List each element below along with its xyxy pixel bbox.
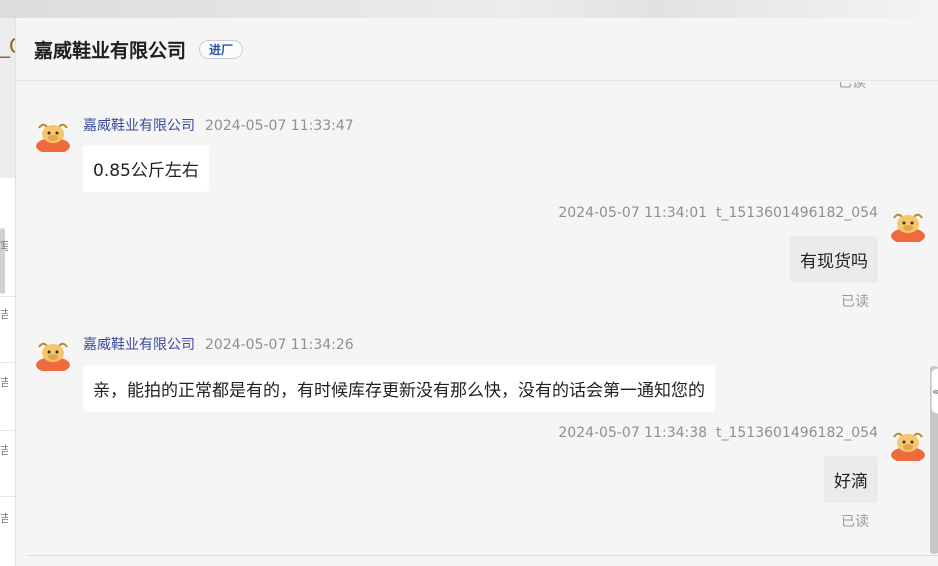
bull-avatar-icon	[891, 213, 925, 244]
read-status: 已读	[841, 294, 869, 310]
avatar[interactable]	[890, 425, 926, 463]
background-divider	[0, 296, 15, 297]
message-bubble[interactable]: 有现货吗	[790, 236, 878, 283]
sender-name[interactable]: 嘉威鞋业有限公司	[83, 118, 195, 134]
sender-name: t_1513601496182_054	[715, 205, 878, 221]
composer-divider	[28, 555, 938, 556]
background-list-item: 吉	[0, 444, 8, 457]
chat-title: 嘉威鞋业有限公司	[34, 39, 187, 62]
message-meta: 嘉威鞋业有限公司 2024-05-07 11:33:47	[83, 115, 354, 135]
background-list-item: 写	[0, 240, 8, 253]
bull-avatar-icon	[36, 342, 70, 373]
message-time: 2024-05-07 11:34:01	[558, 205, 708, 221]
sender-name[interactable]: 嘉威鞋业有限公司	[83, 337, 195, 353]
message-time: 2024-05-07 11:34:26	[205, 337, 354, 353]
bull-avatar-icon	[891, 432, 925, 463]
message-bubble[interactable]: 亲，能拍的正常都是有的，有时候库存更新没有那么快，没有的话会第一通知您的	[83, 365, 715, 412]
message-bubble[interactable]: 好滴	[824, 456, 878, 503]
chat-header: 嘉威鞋业有限公司 进厂	[16, 18, 938, 81]
background-divider	[0, 362, 15, 363]
double-chevron-left-icon: «	[932, 385, 938, 398]
background-list-item: 吉	[0, 308, 8, 321]
message-time: 2024-05-07 11:33:47	[205, 118, 354, 134]
message-bubble[interactable]: 0.85公斤左右	[83, 145, 209, 192]
message-list: 已读 嘉威鞋业有限公司 2024-05-07 11:33:47 0.85公斤左右 …	[16, 82, 938, 554]
status-badge: 进厂	[199, 39, 244, 59]
message-meta: 2024-05-07 11:34:38 t_1513601496182_054	[558, 425, 878, 441]
message-time: 2024-05-07 11:34:38	[558, 425, 708, 441]
avatar[interactable]	[35, 116, 71, 154]
bull-avatar-icon	[36, 123, 70, 154]
avatar[interactable]	[890, 206, 926, 244]
background-divider	[0, 430, 15, 431]
chat-panel: 嘉威鞋业有限公司 进厂 已读 嘉威鞋业有限公司 2024-05-07 11:33:…	[15, 18, 938, 566]
background-window-top	[0, 0, 938, 18]
background-list-item: 吉	[0, 512, 8, 525]
background-divider	[0, 496, 15, 497]
message-meta: 嘉威鞋业有限公司 2024-05-07 11:34:26	[83, 334, 354, 354]
avatar[interactable]	[35, 335, 71, 373]
read-status: 已读	[841, 514, 869, 530]
read-status: 已读	[838, 82, 866, 91]
sender-name: t_1513601496182_054	[715, 425, 878, 441]
sidebar-toggle[interactable]: «	[931, 368, 938, 414]
message-meta: 2024-05-07 11:34:01 t_1513601496182_054	[558, 205, 878, 221]
background-left-panel: 写 吉 吉 吉 吉	[0, 178, 15, 566]
background-list-item: 吉	[0, 376, 8, 389]
